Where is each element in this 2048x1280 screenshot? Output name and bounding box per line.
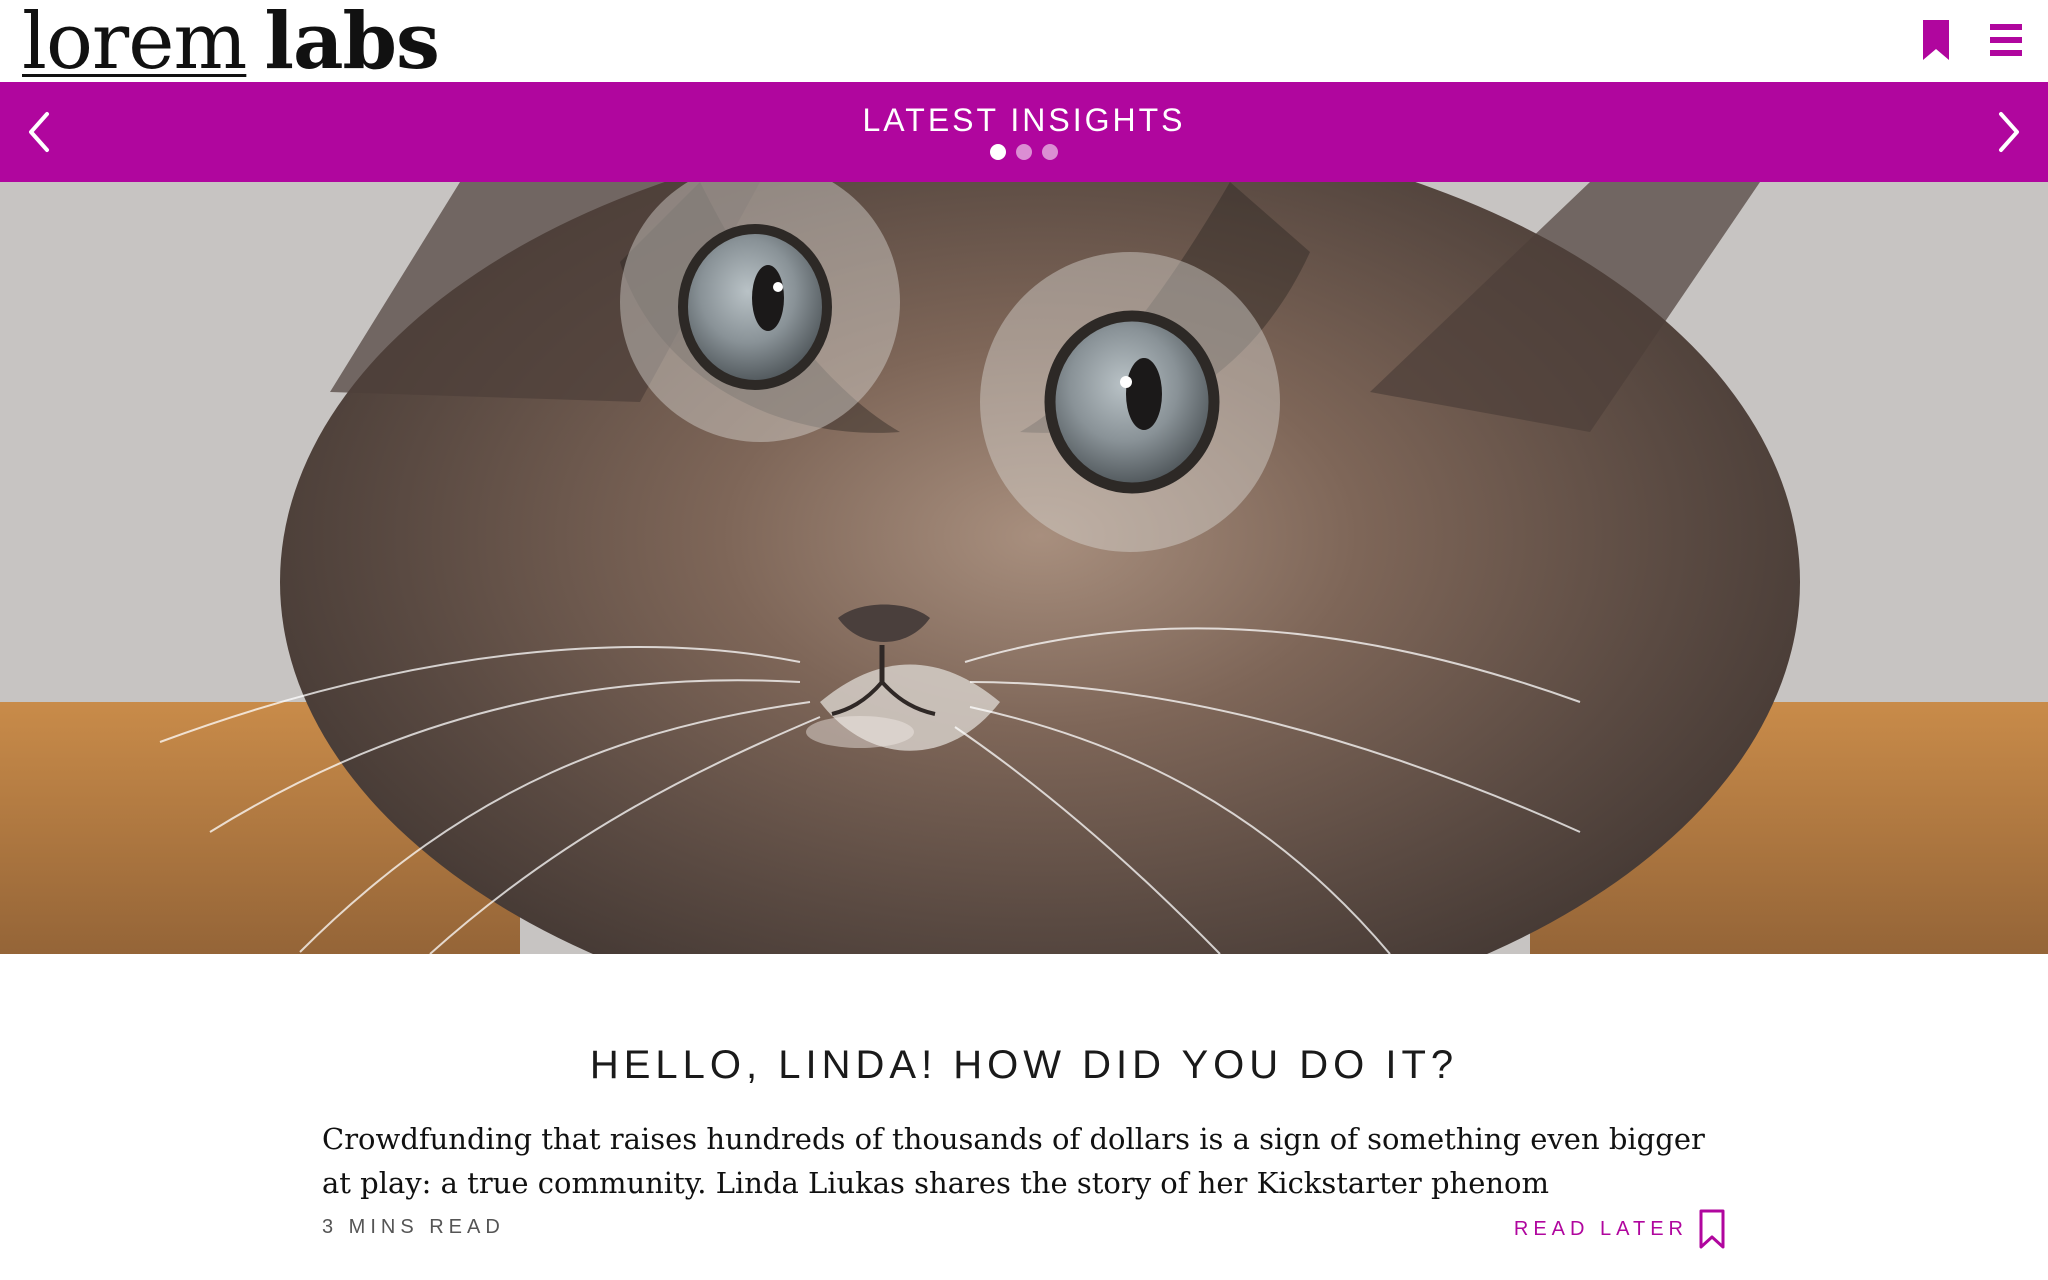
read-later-button[interactable]: READ LATER: [1514, 1208, 1726, 1250]
latest-insights-bar: LATEST INSIGHTS: [0, 82, 2048, 182]
featured-kitten-image: [0, 182, 2048, 954]
article-summary: Crowdfunding that raises hundreds of tho…: [322, 1122, 1705, 1200]
read-time: 3 MINS READ: [322, 1216, 505, 1238]
header-actions: [1916, 16, 2026, 64]
logo-primary-text: lorem: [22, 0, 247, 87]
site-logo[interactable]: lorem labs: [22, 0, 440, 84]
carousel-dot-2[interactable]: [1016, 144, 1032, 160]
chevron-right-icon: [1999, 112, 2019, 152]
logo-secondary-text: labs: [264, 0, 440, 87]
menu-button[interactable]: [1986, 16, 2026, 64]
bookmark-icon: [1923, 20, 1949, 60]
menu-icon: [1990, 24, 2022, 56]
site-header: lorem labs: [0, 0, 2048, 84]
bookmark-outline-icon: [1698, 1208, 1726, 1250]
carousel-dot-3[interactable]: [1042, 144, 1058, 160]
featured-article: HELLO, LINDA! HOW DID YOU DO IT? Crowdfu…: [322, 980, 1726, 1260]
bookmark-button[interactable]: [1916, 16, 1956, 64]
read-later-label: READ LATER: [1513, 1217, 1688, 1240]
page: lorem labs LATEST INSIGHTS HELLO, LINDA!…: [0, 0, 2048, 1280]
next-slide-button[interactable]: [1988, 110, 2030, 154]
kitten-illustration: [0, 182, 2048, 954]
carousel-pagination: [0, 144, 2048, 160]
article-title[interactable]: HELLO, LINDA! HOW DID YOU DO IT?: [322, 1041, 1726, 1089]
latest-insights-title: LATEST INSIGHTS: [862, 102, 1186, 138]
carousel-dot-1[interactable]: [990, 144, 1006, 160]
